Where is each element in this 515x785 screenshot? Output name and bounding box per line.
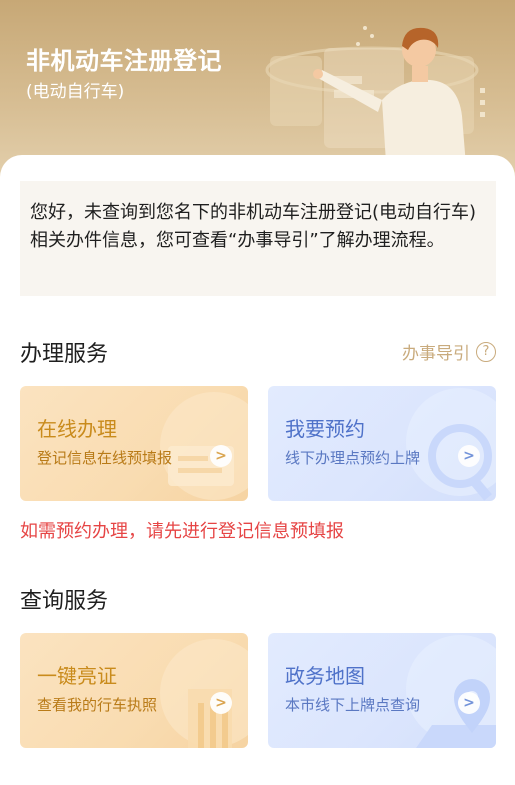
card-desc: 本市线下上牌点查询 [285,696,421,714]
card-desc: 线下办理点预约上牌 [285,449,421,467]
chevron-right-icon: > [210,692,232,714]
notice-box: 您好，未查询到您名下的非机动车注册登记(电动自行车)相关办件信息，您可查看“办事… [20,181,496,296]
card-desc: 查看我的行车执照 [37,696,158,714]
warning-text: 如需预约办理，请先进行登记信息预填报 [20,521,344,542]
query-service-title: 查询服务 [20,589,109,614]
presenter-illustration [265,26,485,178]
chevron-right-icon: > [458,445,480,467]
guide-link[interactable]: 办事导引 ? [402,339,496,364]
page-title: 非机动车注册登记 [26,47,222,75]
notice-text: 您好，未查询到您名下的非机动车注册登记(电动自行车)相关办件信息，您可查看“办事… [30,202,477,251]
show-license-card[interactable]: 一键亮证 查看我的行车执照 > [20,633,248,748]
chevron-right-icon: > [458,692,480,714]
magnifier-illustration-icon [406,388,496,501]
online-handle-card[interactable]: 在线办理 登记信息在线预填报 > [20,386,248,501]
card-desc: 登记信息在线预填报 [37,449,173,467]
card-title: 政务地图 [285,664,365,688]
handle-service-title: 办理服务 [20,342,109,367]
page-subtitle: (电动自行车) [26,82,125,102]
card-title: 一键亮证 [37,664,117,688]
map-pin-illustration-icon [406,635,496,748]
gov-map-card[interactable]: 政务地图 本市线下上牌点查询 > [268,633,496,748]
guide-label: 办事导引 [402,344,470,364]
form-illustration-icon [160,392,248,500]
card-title: 我要预约 [285,417,365,441]
building-illustration-icon [160,639,248,748]
question-circle-icon: ? [476,341,496,362]
chevron-right-icon: > [210,445,232,467]
card-title: 在线办理 [37,417,117,441]
appointment-card[interactable]: 我要预约 线下办理点预约上牌 > [268,386,496,501]
